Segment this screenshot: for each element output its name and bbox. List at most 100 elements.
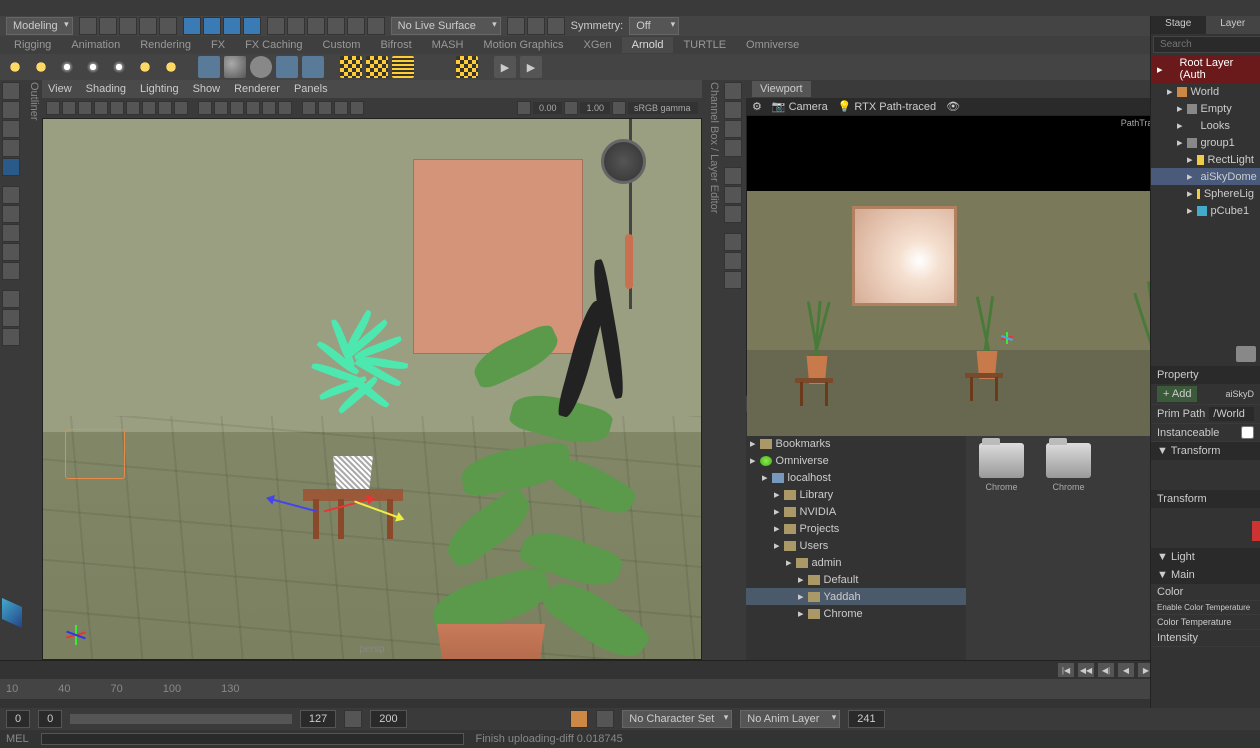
viewport-tab[interactable]: Viewport	[752, 81, 811, 97]
vp-menu-view[interactable]: View	[48, 83, 72, 95]
transform-section[interactable]: ▼ Transform	[1151, 442, 1260, 460]
command-line[interactable]	[41, 733, 464, 745]
vp-menu-renderer[interactable]: Renderer	[234, 83, 280, 95]
ipr-icon[interactable]	[547, 17, 565, 35]
layer-item[interactable]: ▸World	[1151, 83, 1260, 100]
tree-item[interactable]: ▸NVIDIA	[746, 503, 966, 520]
mel-label[interactable]: MEL	[6, 733, 29, 745]
last-tool[interactable]	[2, 158, 20, 176]
prev-key-icon[interactable]: ◀|	[1098, 663, 1114, 677]
folder-tile[interactable]: Chrome	[1041, 443, 1096, 492]
vp-xray-icon[interactable]	[262, 101, 276, 115]
selected-plant[interactable]	[293, 319, 413, 539]
tree-item[interactable]: ▸Chrome	[746, 605, 966, 622]
render-view-icon[interactable]: ▶	[520, 56, 542, 78]
auto-key-icon[interactable]	[570, 710, 588, 728]
panel-layout-1[interactable]	[2, 205, 20, 223]
save-layer-icon[interactable]	[1236, 346, 1256, 362]
vp-menu-show[interactable]: Show	[193, 83, 221, 95]
shelf-tab-rendering[interactable]: Rendering	[130, 37, 201, 53]
rt-eye-icon[interactable]	[724, 252, 742, 270]
eye-icon[interactable]: 👁	[946, 100, 960, 113]
layer-item[interactable]: ▸group1	[1151, 134, 1260, 151]
camera-dropdown[interactable]: 📷 Camera	[772, 100, 828, 113]
viewport-3d[interactable]: persp	[42, 118, 702, 660]
layer-item[interactable]: ▸Looks	[1151, 117, 1260, 134]
frame-counter[interactable]: 241	[848, 710, 884, 728]
range-start[interactable]: 0	[6, 710, 30, 728]
rt-light-icon[interactable]	[724, 233, 742, 251]
outliner-strip[interactable]: Outliner	[22, 80, 42, 660]
playblast-icon[interactable]: ▶	[494, 56, 516, 78]
uv-editor-icon[interactable]	[340, 56, 362, 78]
shelf-tab-mash[interactable]: MASH	[422, 37, 474, 53]
component-icon[interactable]	[243, 17, 261, 35]
area-light-icon[interactable]	[30, 56, 52, 78]
vp-ao-icon[interactable]	[158, 101, 172, 115]
vp-motion-blur-icon[interactable]	[174, 101, 188, 115]
folder-tile[interactable]: Chrome	[974, 443, 1029, 492]
select-icon[interactable]	[183, 17, 201, 35]
sphere-icon[interactable]	[224, 56, 246, 78]
view-cube-icon[interactable]	[2, 290, 20, 308]
paint-select-icon[interactable]	[223, 17, 241, 35]
rt-camera-icon[interactable]	[724, 271, 742, 289]
tree-item[interactable]: ▸Default	[746, 571, 966, 588]
stage-search[interactable]	[1153, 36, 1260, 53]
snap-grid-icon[interactable]	[267, 17, 285, 35]
snap-live-icon[interactable]	[347, 17, 365, 35]
gear-icon[interactable]: ⚙	[752, 100, 762, 113]
vp-select-icon[interactable]	[46, 101, 60, 115]
layer-item[interactable]: ▸Empty	[1151, 100, 1260, 117]
range-reset-icon[interactable]	[344, 710, 362, 728]
sun-light-icon[interactable]	[4, 56, 26, 78]
transform-reset-icon[interactable]	[1252, 521, 1260, 541]
vp-resolution-icon[interactable]	[230, 101, 244, 115]
cylinder-icon[interactable]	[250, 56, 272, 78]
shelf-tab-turtle[interactable]: TURTLE	[673, 37, 736, 53]
snap-plane-icon[interactable]	[327, 17, 345, 35]
layer-item[interactable]: ▸Root Layer (Auth	[1151, 55, 1260, 83]
tree-item[interactable]: ▸Projects	[746, 520, 966, 537]
rt-magnet-icon[interactable]	[724, 167, 742, 185]
layer-item[interactable]: ▸RectLight	[1151, 151, 1260, 168]
character-set-dropdown[interactable]: No Character Set	[622, 710, 732, 728]
shelf-tab-arnold[interactable]: Arnold	[622, 37, 674, 53]
rt-scale-icon[interactable]	[724, 139, 742, 157]
light-section[interactable]: ▼ Light	[1151, 548, 1260, 566]
layer-tab[interactable]: Layer	[1206, 16, 1260, 34]
shelf-tab-xgen[interactable]: XGen	[574, 37, 622, 53]
render-mode-dropdown[interactable]: 💡 RTX Path-traced	[838, 100, 936, 113]
uv-grid-icon[interactable]	[392, 56, 414, 78]
tree-item[interactable]: ▸Bookmarks	[746, 435, 966, 452]
shelf-tab-bifrost[interactable]: Bifrost	[370, 37, 421, 53]
layer-item[interactable]: ▸SphereLig	[1151, 185, 1260, 202]
sky-light-icon[interactable]	[134, 56, 156, 78]
vp-menu-shading[interactable]: Shading	[86, 83, 126, 95]
range-play-end[interactable]: 127	[300, 710, 336, 728]
select-tool[interactable]	[2, 82, 20, 100]
outliner-toggle[interactable]	[2, 186, 20, 204]
vp-menu-panels[interactable]: Panels	[294, 83, 328, 95]
panel-layout-4[interactable]	[2, 262, 20, 280]
rt-arrow-icon[interactable]	[724, 82, 742, 100]
vp-gate-icon[interactable]	[214, 101, 228, 115]
vp-menu-lighting[interactable]: Lighting	[140, 83, 179, 95]
panel-layout-2[interactable]	[2, 224, 20, 242]
vp-grid-icon[interactable]	[198, 101, 212, 115]
texture-icon[interactable]	[456, 56, 478, 78]
plane-icon[interactable]	[276, 56, 298, 78]
mode-dropdown[interactable]: Modeling	[6, 17, 73, 35]
cube-icon[interactable]	[198, 56, 220, 78]
set-key-icon[interactable]	[596, 710, 614, 728]
symmetry-dropdown[interactable]: Off	[629, 17, 679, 35]
snap-curve-icon[interactable]	[287, 17, 305, 35]
rotate-tool[interactable]	[2, 120, 20, 138]
tree-item[interactable]: ▸Users	[746, 537, 966, 554]
rt-rotate-icon[interactable]	[724, 120, 742, 138]
vp-gamma-icon[interactable]	[612, 101, 626, 115]
stage-tab[interactable]: Stage	[1151, 16, 1206, 34]
layer-item[interactable]: ▸pCube1	[1151, 202, 1260, 219]
layer-item[interactable]: ▸aiSkyDome	[1151, 168, 1260, 185]
time-ruler[interactable]: 104070100130	[0, 679, 1260, 699]
